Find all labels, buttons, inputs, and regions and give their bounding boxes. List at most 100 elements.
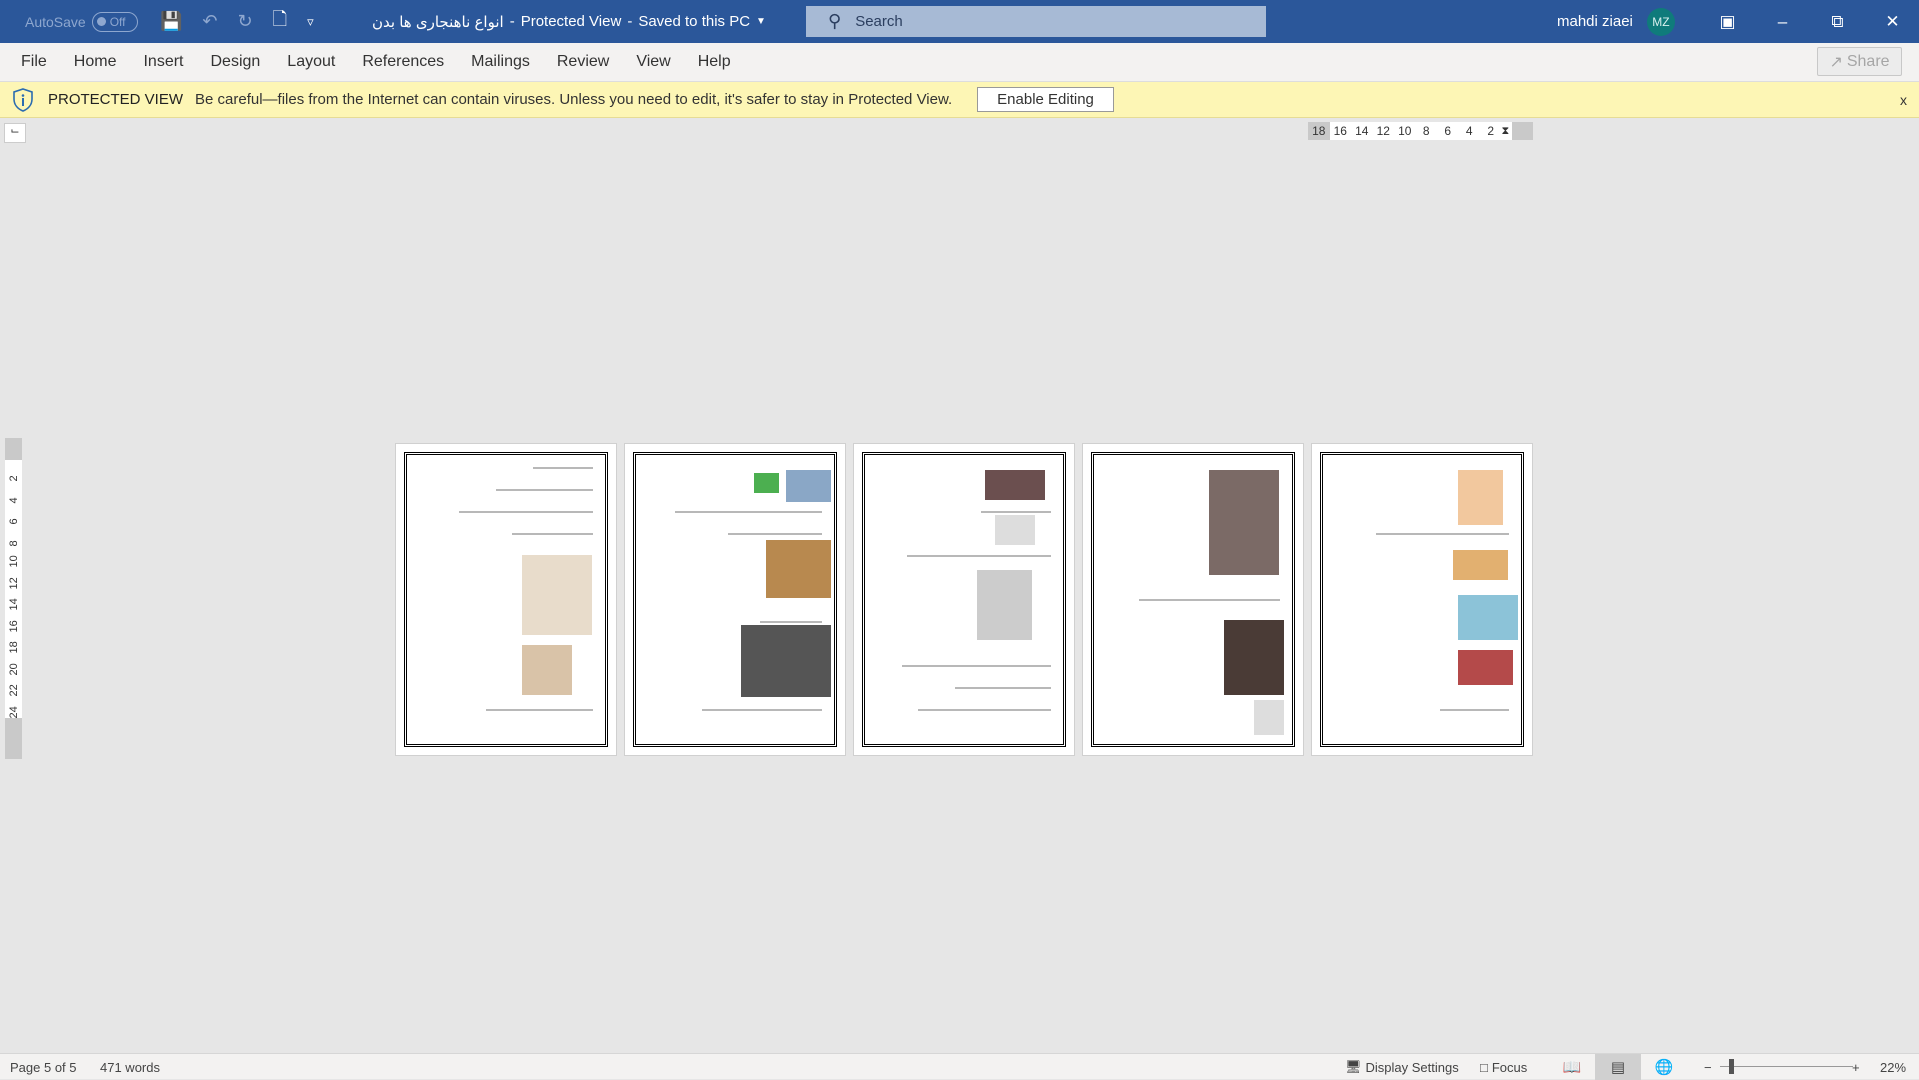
horizontal-ruler[interactable]: 18 16 14 12 10 8 6 4 2 ⧗ [1308, 122, 1533, 140]
search-box[interactable]: ⚲ Search [806, 6, 1266, 37]
page-image [522, 555, 592, 635]
tab-home[interactable]: Home [74, 53, 117, 71]
close-icon[interactable]: ✕ [1865, 12, 1919, 32]
avatar[interactable]: MZ [1646, 7, 1675, 36]
ruler-margin [5, 438, 22, 460]
page-number: Page 5 of 5 [10, 1059, 77, 1075]
ruler-margin [1511, 122, 1533, 140]
web-layout-icon[interactable]: 🌐 [1641, 1054, 1687, 1080]
ruler-tick: 8 [7, 539, 20, 546]
page-image [985, 470, 1045, 500]
tab-references[interactable]: References [362, 53, 444, 71]
page-image [766, 540, 831, 598]
zoom-level[interactable]: 22% [1880, 1054, 1906, 1080]
ruler-tick: 2 [7, 475, 20, 482]
tab-help[interactable]: Help [698, 53, 731, 71]
page-image [741, 625, 831, 697]
read-mode-icon[interactable]: 📖 [1549, 1054, 1595, 1080]
tab-view[interactable]: View [636, 53, 670, 71]
page-image [754, 473, 779, 493]
share-button[interactable]: ↗ Share [1817, 47, 1902, 76]
ruler-tick: 6 [1444, 124, 1452, 138]
page-image [995, 515, 1035, 545]
text-line [486, 709, 593, 711]
text-line [907, 555, 1051, 557]
redo-icon[interactable]: ↻ [238, 11, 253, 32]
enable-editing-button[interactable]: Enable Editing [977, 87, 1114, 112]
document-title: انواع ناهنجاری ها بدن [372, 13, 504, 31]
tab-review[interactable]: Review [557, 53, 609, 71]
page-thumbnail[interactable] [395, 443, 617, 756]
ribbon-tabs: File Home Insert Design Layout Reference… [0, 43, 1919, 81]
text-line [902, 665, 1051, 667]
tab-file[interactable]: File [21, 53, 47, 71]
ruler-tick: 12 [1376, 124, 1390, 138]
page-thumbnail[interactable] [624, 443, 846, 756]
page-count[interactable]: Page 5 of 5 [10, 1054, 77, 1080]
ruler-tick: 16 [1333, 124, 1347, 138]
tab-layout[interactable]: Layout [287, 53, 335, 71]
protected-view-message: Be careful—files from the Internet can c… [195, 91, 953, 108]
search-placeholder: Search [855, 13, 903, 30]
page-border [862, 452, 1066, 747]
close-bar-icon[interactable]: x [1900, 92, 1907, 108]
focus-button[interactable]: □ Focus [1480, 1054, 1527, 1080]
ruler-tick: 18 [1308, 122, 1330, 140]
chevron-down-icon: ▼ [756, 16, 766, 27]
document-title-area[interactable]: انواع ناهنجاری ها بدن - Protected View - S… [372, 0, 766, 43]
tab-selector[interactable]: ⌙ [4, 123, 26, 143]
account[interactable]: mahdi ziaei MZ [1557, 0, 1675, 43]
zoom-slider-thumb[interactable] [1729, 1059, 1734, 1074]
new-document-icon[interactable]: 🗋 [273, 7, 287, 37]
autosave-toggle[interactable]: Off [91, 11, 138, 32]
display-settings-icon: 🖥 [1345, 1059, 1362, 1074]
ruler-tick: 12 [7, 576, 20, 589]
save-icon[interactable]: 💾 [160, 11, 182, 32]
ruler-tick: 20 [7, 662, 20, 675]
word-count[interactable]: 471 words [100, 1054, 160, 1080]
page-image [1453, 550, 1508, 580]
page-border [1091, 452, 1295, 747]
page-image [1224, 620, 1284, 695]
protected-view-label: PROTECTED VIEW [48, 91, 184, 108]
customize-toolbar-icon[interactable]: ▿ [307, 14, 314, 30]
ruler-tick: 4 [1465, 124, 1473, 138]
autosave-label: AutoSave [25, 13, 86, 30]
text-line [675, 511, 822, 513]
page-border [404, 452, 608, 747]
autosave-state: Off [109, 14, 126, 29]
autosave-control[interactable]: AutoSave Off [25, 0, 138, 43]
page-thumbnail[interactable] [1082, 443, 1304, 756]
ruler-tick: 14 [1355, 124, 1369, 138]
text-line [760, 621, 822, 623]
restore-icon[interactable]: ⧉ [1810, 12, 1865, 32]
text-line [1440, 709, 1509, 711]
zoom-slider[interactable] [1720, 1066, 1853, 1067]
ruler-tick: 6 [7, 518, 20, 525]
page-thumbnail[interactable] [853, 443, 1075, 756]
ribbon-display-options-icon[interactable]: ▣ [1700, 12, 1755, 32]
zoom-in-button[interactable]: + [1852, 1054, 1860, 1080]
indent-marker-icon[interactable]: ⧗ [1502, 125, 1512, 138]
page-image [522, 645, 572, 695]
page-image [1458, 650, 1513, 685]
tab-design[interactable]: Design [210, 53, 260, 71]
display-settings-button[interactable]: 🖥 Display Settings [1345, 1054, 1459, 1080]
shield-info-icon [12, 87, 34, 112]
tab-insert[interactable]: Insert [143, 53, 183, 71]
ruler-tick: 8 [1422, 124, 1430, 138]
vertical-ruler[interactable]: 2 4 6 8 10 12 14 16 18 20 22 24 [5, 438, 22, 759]
search-icon: ⚲ [828, 11, 842, 31]
page-border [633, 452, 837, 747]
undo-icon[interactable]: ↶ [202, 11, 217, 32]
page-thumbnail[interactable] [1311, 443, 1533, 756]
tab-mailings[interactable]: Mailings [471, 53, 530, 71]
text-line [533, 467, 593, 469]
zoom-out-button[interactable]: − [1704, 1054, 1712, 1080]
page-image [977, 570, 1032, 640]
text-line [512, 533, 593, 535]
print-layout-icon[interactable]: ▤ [1595, 1054, 1641, 1080]
ruler-tick: 18 [7, 641, 20, 654]
text-line [496, 489, 593, 491]
minimize-icon[interactable]: – [1755, 12, 1810, 32]
